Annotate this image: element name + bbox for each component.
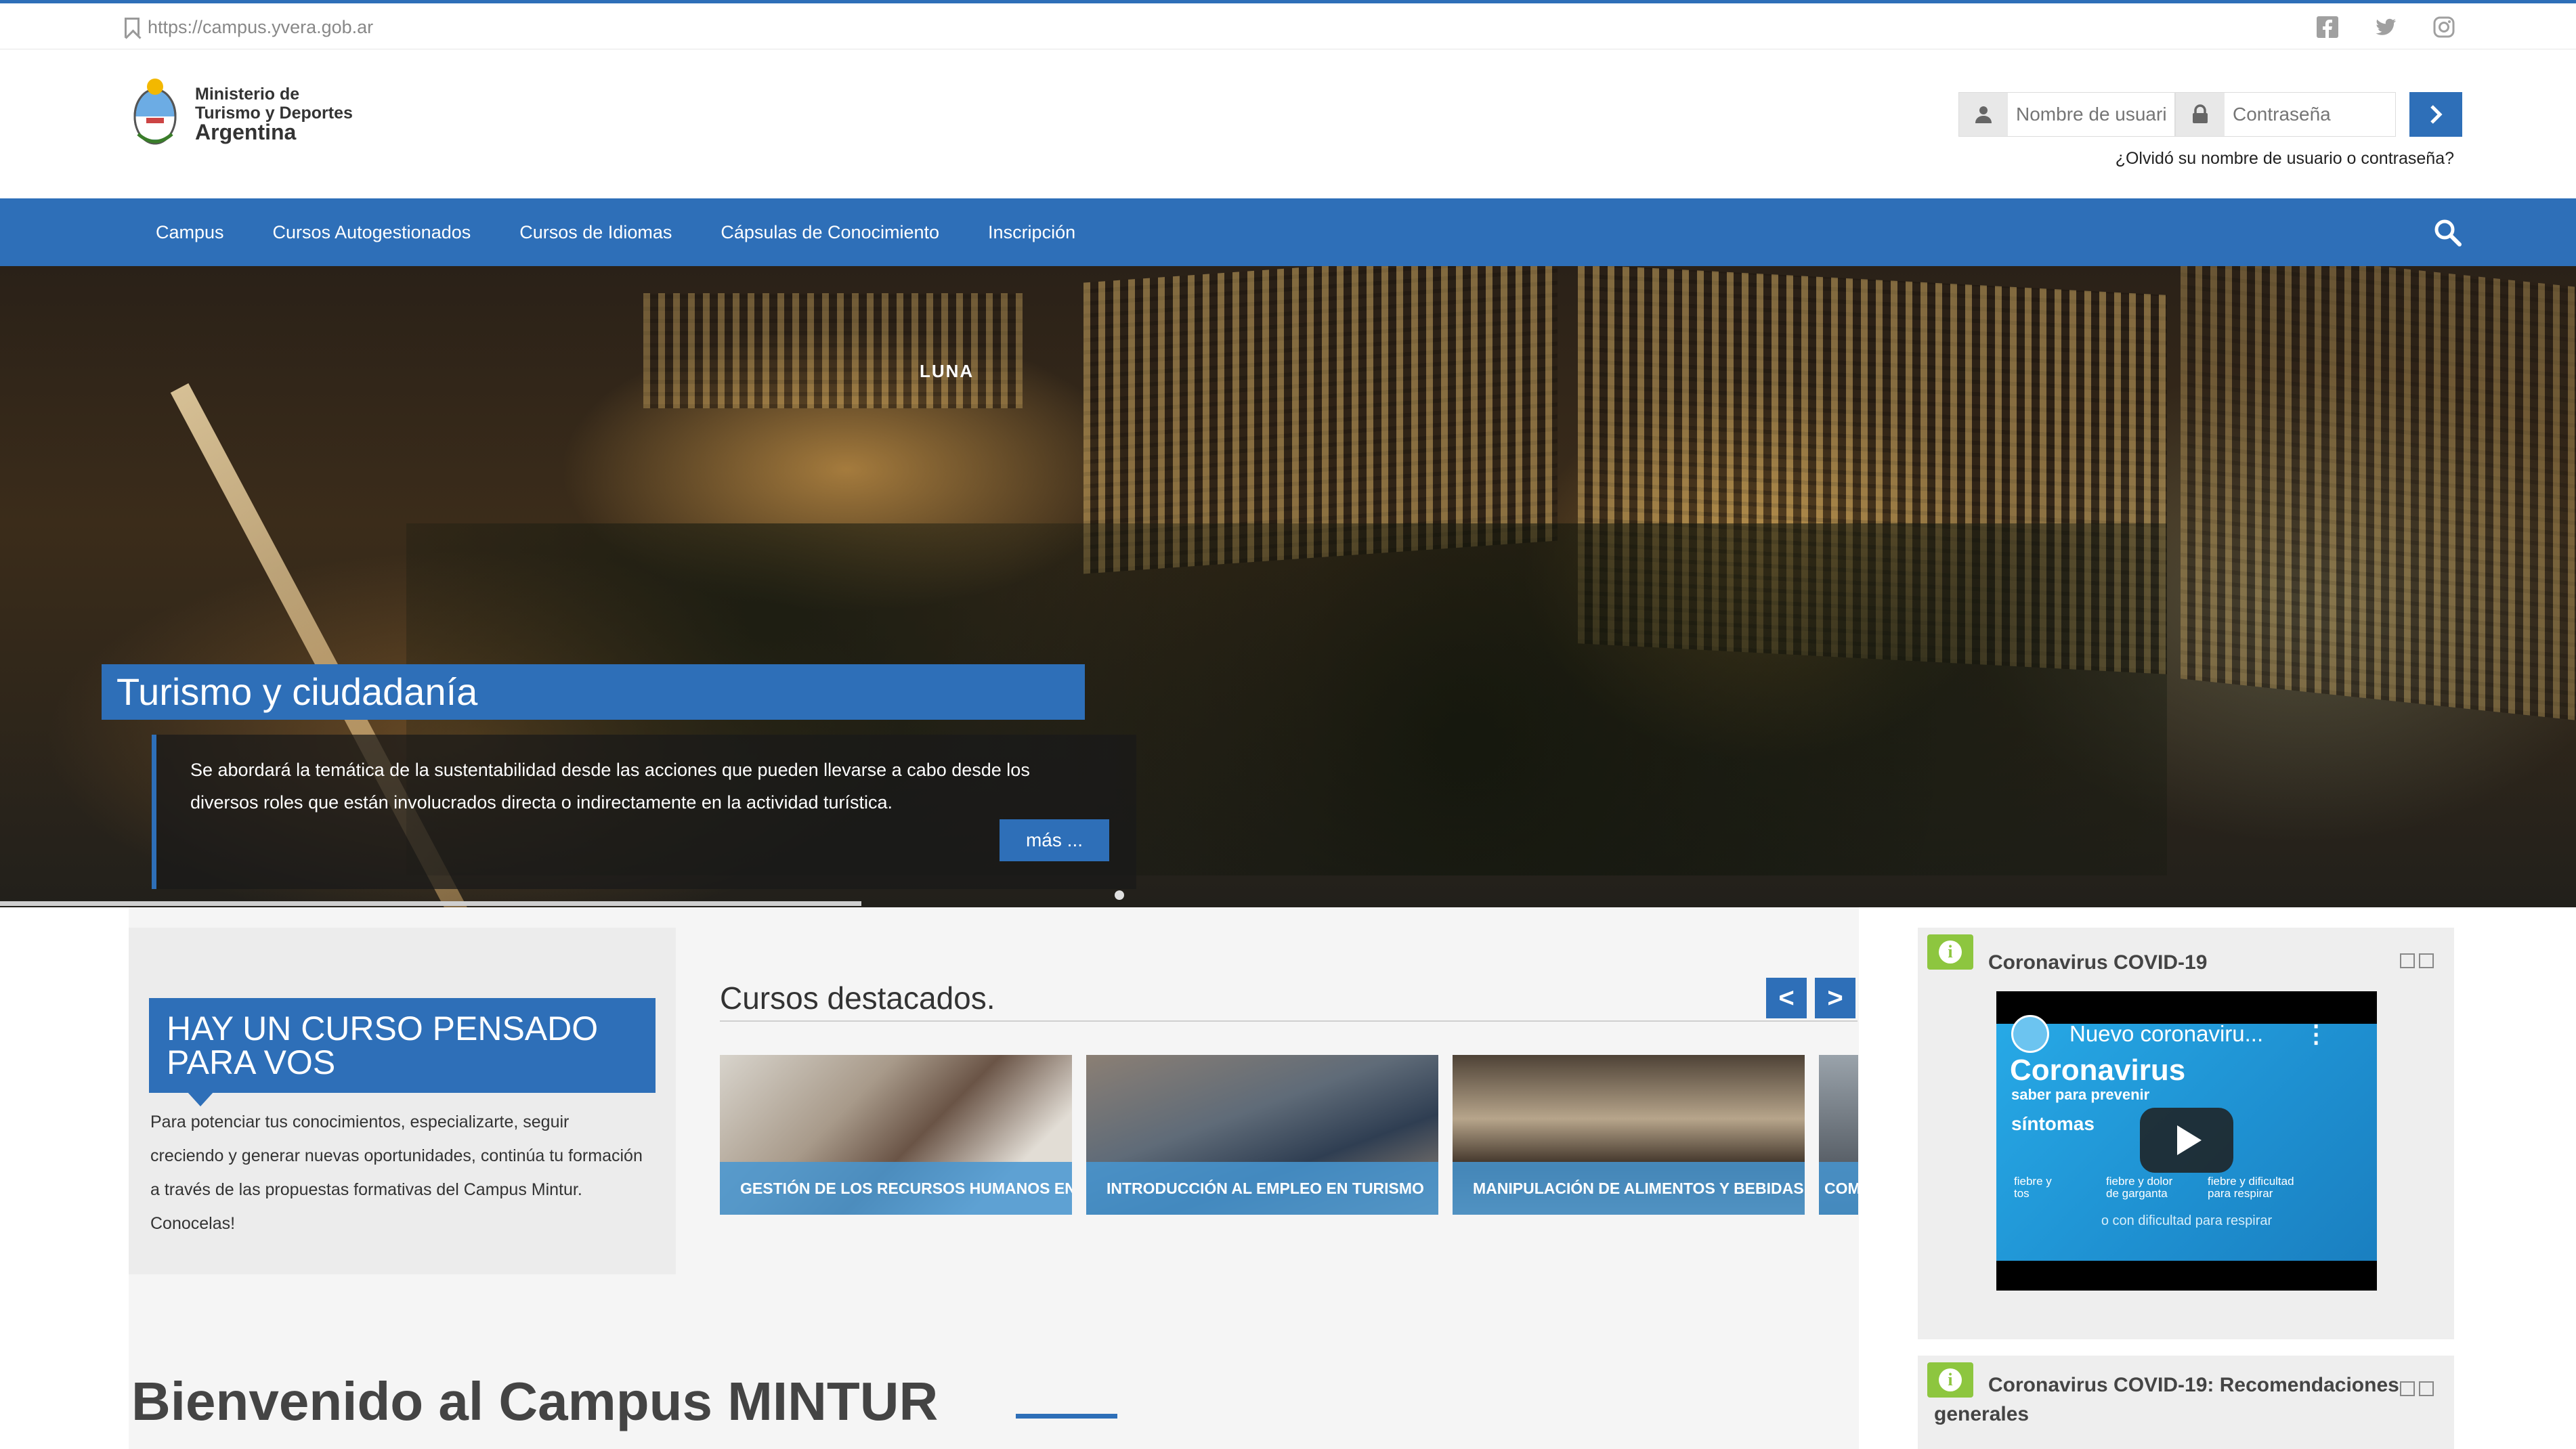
symptom-label: fiebre y tos: [2014, 1175, 2052, 1200]
featured-courses-title: Cursos destacados.: [720, 980, 995, 1016]
dock-icon[interactable]: [2419, 1381, 2434, 1396]
course-title[interactable]: INTRODUCCIÓN AL EMPLEO EN TURISMO: [1086, 1162, 1438, 1215]
welcome-accent-line: [1016, 1414, 1117, 1419]
nav-item-cursos-autogestionados[interactable]: Cursos Autogestionados: [249, 222, 496, 243]
slider-indicator-dot[interactable]: [1115, 890, 1124, 900]
hero-description: Se abordará la temática de la sustentabi…: [190, 760, 1030, 813]
block-title: Coronavirus COVID-19: [1988, 951, 2208, 974]
nav-item-campus[interactable]: Campus: [129, 222, 249, 243]
username-input[interactable]: [2008, 93, 2174, 136]
hero-more-button[interactable]: más ...: [1000, 819, 1109, 861]
site-header: Ministerio de Turismo y Deportes Argenti…: [0, 49, 2576, 198]
social-links: [2316, 16, 2455, 39]
block-controls: [2400, 953, 2434, 968]
promo-heading: HAY UN CURSO PENSADO PARA VOS: [149, 998, 656, 1106]
site-url-text[interactable]: https://campus.yvera.gob.ar: [148, 17, 373, 38]
video-embed[interactable]: Nuevo coronaviru... ⋮ Coronavirus saber …: [1996, 991, 2377, 1291]
block-controls: [2400, 1381, 2434, 1396]
play-button[interactable]: [2140, 1108, 2233, 1173]
search-icon[interactable]: [2432, 217, 2462, 247]
facebook-icon[interactable]: [2316, 16, 2339, 39]
minimize-icon[interactable]: [2400, 953, 2415, 968]
course-card[interactable]: MANIPULACIÓN DE ALIMENTOS Y BEBIDAS: [1453, 1055, 1805, 1215]
promo-card: HAY UN CURSO PENSADO PARA VOS Para poten…: [129, 928, 676, 1274]
video-title[interactable]: Nuevo coronaviru...: [2069, 1021, 2263, 1047]
logo-line-1: Ministerio de: [195, 85, 300, 104]
logo-line-3: Argentina: [195, 120, 297, 144]
username-group: [1958, 92, 2175, 137]
carousel-prev-button[interactable]: <: [1766, 978, 1807, 1018]
ministry-logo[interactable]: Ministerio de Turismo y Deportes Argenti…: [129, 73, 353, 153]
hero-caption: Se abordará la temática de la sustentabi…: [152, 735, 1136, 889]
dock-icon[interactable]: [2419, 953, 2434, 968]
login-submit-button[interactable]: [2409, 92, 2462, 137]
channel-avatar: [2011, 1015, 2049, 1053]
nav-item-inscripcion[interactable]: Inscripción: [964, 222, 1100, 243]
carousel-next-button[interactable]: >: [1815, 978, 1855, 1018]
more-options-icon[interactable]: ⋮: [2304, 1020, 2328, 1048]
symptom-label: fiebre y dolor de garganta: [2106, 1175, 2173, 1200]
user-icon: [1959, 93, 2008, 136]
top-utility-bar: https://campus.yvera.gob.ar: [0, 0, 2576, 49]
covid-recommendations-block: i Coronavirus COVID-19: Recomendaciones …: [1918, 1356, 2454, 1449]
slider-progress-bar: [0, 901, 861, 906]
lock-icon: [2176, 93, 2225, 136]
coat-of-arms-icon: [133, 79, 177, 145]
video-overlay-subtitle: saber para prevenir: [2011, 1086, 2150, 1103]
course-card[interactable]: GESTIÓN DE LOS RECURSOS HUMANOS EN: [720, 1055, 1072, 1215]
hero-image-building: [2181, 266, 2576, 720]
course-card[interactable]: INTRODUCCIÓN AL EMPLEO EN TURISMO: [1086, 1055, 1438, 1215]
block-title-continued: generales: [1934, 1403, 2030, 1425]
hero-title: Turismo y ciudadanía: [102, 664, 1085, 720]
video-header: Nuevo coronaviru... ⋮: [1996, 1010, 2377, 1058]
course-title[interactable]: GESTIÓN DE LOS RECURSOS HUMANOS EN: [720, 1162, 1072, 1215]
course-title[interactable]: COM: [1819, 1162, 1858, 1215]
instagram-icon[interactable]: [2432, 16, 2455, 39]
hero-slider: LUNA Turismo y ciudadanía Se abordará la…: [0, 266, 2576, 907]
main-navigation: Campus Cursos Autogestionados Cursos de …: [0, 198, 2576, 266]
video-overlay-caption: o con dificultad para respirar: [2101, 1213, 2273, 1228]
course-title[interactable]: MANIPULACIÓN DE ALIMENTOS Y BEBIDAS: [1453, 1162, 1805, 1215]
hero-image-building: [643, 293, 1023, 408]
info-icon: i: [1927, 934, 1973, 970]
site-url[interactable]: https://campus.yvera.gob.ar: [125, 17, 373, 38]
video-overlay-heading: síntomas: [2011, 1113, 2095, 1134]
password-group: [2175, 92, 2396, 137]
forgot-credentials-link[interactable]: ¿Olvidó su nombre de usuario o contraseñ…: [2116, 149, 2454, 169]
login-form: [1958, 92, 2462, 137]
nav-item-capsulas-de-conocimiento[interactable]: Cápsulas de Conocimiento: [696, 222, 964, 243]
covid-block: i Coronavirus COVID-19 Nuevo coronaviru.…: [1918, 928, 2454, 1339]
nav-item-cursos-de-idiomas[interactable]: Cursos de Idiomas: [495, 222, 696, 243]
info-icon: i: [1927, 1362, 1973, 1398]
featured-divider: [720, 1020, 1858, 1022]
course-card[interactable]: COM: [1819, 1055, 1858, 1215]
minimize-icon[interactable]: [2400, 1381, 2415, 1396]
video-overlay-title: Coronavirus: [2010, 1054, 2186, 1087]
bookmark-icon: [125, 17, 139, 38]
symptom-label: fiebre y dificultad para respirar: [2208, 1175, 2294, 1200]
chevron-right-icon: [2430, 105, 2443, 124]
password-input[interactable]: [2225, 93, 2395, 136]
promo-text: Para potenciar tus conocimientos, especi…: [150, 1112, 643, 1233]
block-title: Coronavirus COVID-19: Recomendaciones: [1988, 1374, 2399, 1396]
twitter-icon[interactable]: [2374, 16, 2397, 39]
hero-image-sign: LUNA: [920, 361, 974, 381]
welcome-heading: Bienvenido al Campus MINTUR: [131, 1371, 939, 1431]
